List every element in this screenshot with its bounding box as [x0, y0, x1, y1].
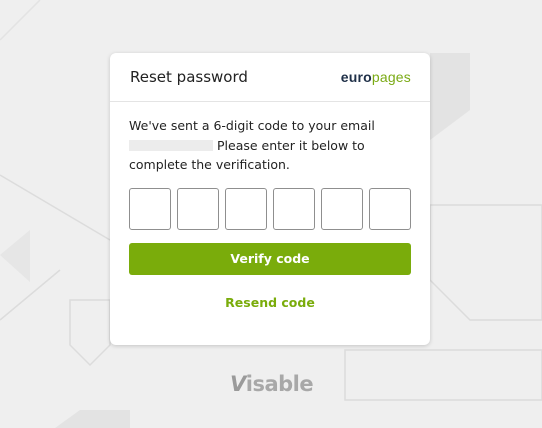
visable-logo-text: isable	[245, 372, 314, 396]
dialog-header: Reset password europages	[110, 53, 430, 102]
resend-code-link[interactable]: Resend code	[129, 295, 411, 310]
code-digit-5[interactable]	[321, 187, 363, 230]
dialog-body: We've sent a 6-digit code to your email …	[110, 102, 430, 310]
instruction-message: We've sent a 6-digit code to your email …	[129, 116, 411, 175]
code-digit-2[interactable]	[177, 187, 219, 230]
logo-euro-text: euro	[340, 69, 372, 85]
logo-pages-text: pages	[371, 69, 411, 85]
visable-logo-mark: V	[230, 372, 246, 396]
code-digit-1[interactable]	[129, 187, 171, 230]
code-digit-3[interactable]	[225, 187, 267, 230]
masked-email	[129, 139, 213, 151]
message-line-1: We've sent a 6-digit code to your email	[129, 118, 375, 133]
visable-logo: Visable	[230, 372, 314, 396]
europages-logo: europages	[341, 69, 411, 85]
dialog-title: Reset password	[130, 68, 248, 86]
code-input-row	[129, 187, 411, 230]
code-digit-4[interactable]	[273, 187, 315, 230]
reset-password-dialog: Reset password europages We've sent a 6-…	[110, 53, 430, 345]
code-digit-6[interactable]	[369, 187, 411, 230]
verify-code-button[interactable]: Verify code	[129, 242, 411, 275]
